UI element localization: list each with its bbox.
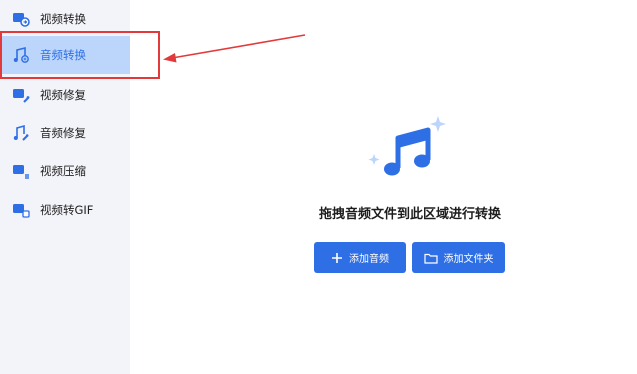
video-gif-icon — [12, 201, 30, 219]
annotation-highlight-box — [0, 31, 160, 79]
sidebar-item-label: 视频压缩 — [40, 164, 86, 178]
music-note-illustration — [366, 112, 450, 184]
sidebar-item-video-repair[interactable]: 视频修复 — [0, 76, 130, 114]
sidebar-item-label: 视频转GIF — [40, 203, 94, 217]
add-folder-button[interactable]: 添加文件夹 — [412, 242, 505, 273]
sidebar-item-audio-repair[interactable]: 音频修复 — [0, 114, 130, 152]
audio-repair-icon — [12, 124, 30, 142]
plus-icon — [331, 252, 343, 264]
drop-zone-title: 拖拽音频文件到此区域进行转换 — [318, 207, 501, 222]
sidebar-item-label: 视频转换 — [40, 12, 86, 26]
sidebar-item-video-gif[interactable]: 视频转GIF — [0, 191, 130, 229]
add-folder-label: 添加文件夹 — [443, 254, 494, 265]
video-convert-icon — [12, 10, 30, 28]
add-audio-label: 添加音频 — [349, 254, 389, 265]
sidebar-item-label: 音频修复 — [40, 126, 86, 140]
folder-icon — [423, 252, 438, 264]
sidebar-item-label: 视频修复 — [40, 88, 86, 102]
video-compress-icon — [12, 162, 30, 180]
video-repair-icon — [12, 86, 30, 104]
add-audio-button[interactable]: 添加音频 — [314, 242, 406, 273]
sidebar-item-video-compress[interactable]: 视频压缩 — [0, 152, 130, 190]
